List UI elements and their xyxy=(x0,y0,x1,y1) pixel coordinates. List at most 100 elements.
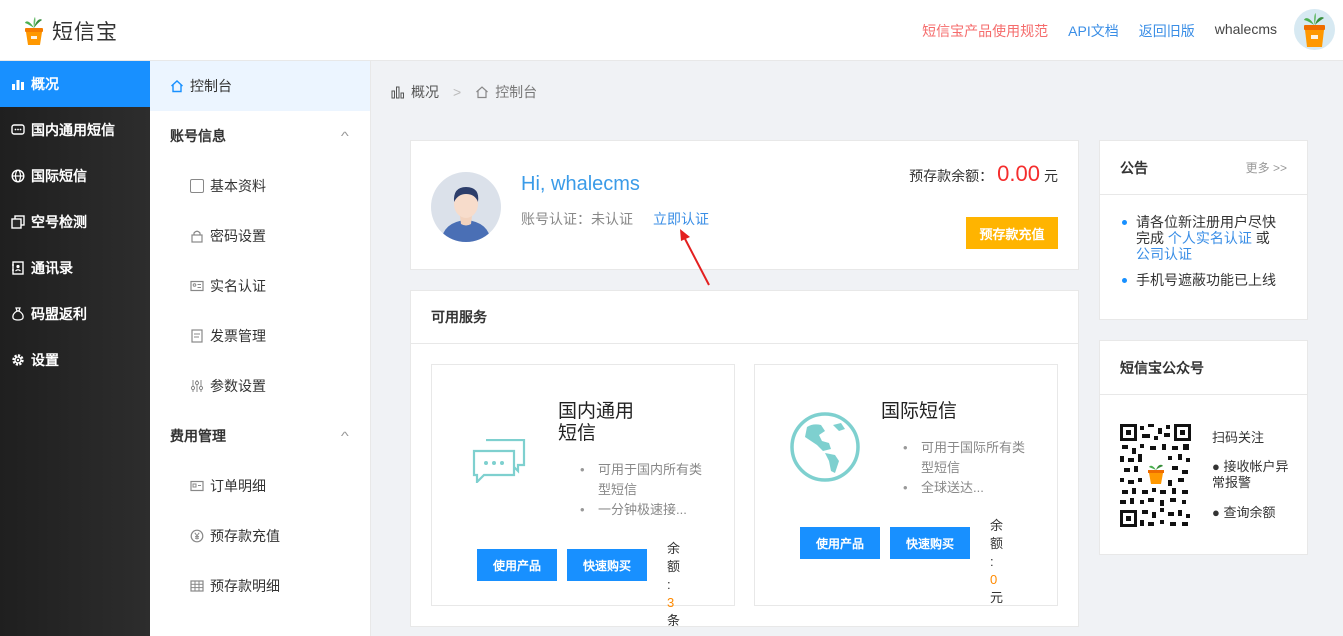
sub-sidebar: 控制台 账号信息 ^ 基本资料 密码设置 实名认证 发票管理 参数设置 费用管理… xyxy=(150,61,371,636)
feature-item: 可用于国内所有类型短信 xyxy=(580,460,710,500)
sidebar-item-domestic-sms[interactable]: 国内通用短信 xyxy=(0,107,150,153)
wechat-feature-alert: ● 接收帐户异常报警 xyxy=(1212,459,1289,490)
sidebar-item-label: 码盟返利 xyxy=(31,306,87,322)
subnav-item-deposit-detail[interactable]: 预存款明细 xyxy=(150,561,370,611)
profile-doc-icon xyxy=(190,179,204,193)
order-card-icon xyxy=(190,480,204,492)
subnav-group-billing[interactable]: 费用管理 ^ xyxy=(150,411,370,461)
notice-card: 公告 更多 >> 请各位新注册用户尽快完成 个人实名认证 或 公司认证 手机号遮… xyxy=(1099,140,1308,320)
wechat-feature-balance: ● 查询余额 xyxy=(1212,505,1276,520)
bar-chart-icon xyxy=(391,86,404,99)
user-silhouette-icon xyxy=(441,187,491,242)
subnav-item-password[interactable]: 密码设置 xyxy=(150,211,370,261)
feature-item: 一分钟极速接... xyxy=(580,500,710,520)
main-sidebar: 概况 国内通用短信 国际短信 空号检测 通讯录 码盟返利 设置 xyxy=(0,61,150,636)
bar-chart-icon xyxy=(12,80,24,90)
subnav-item-label: 预存款充值 xyxy=(210,528,280,544)
lock-icon xyxy=(191,230,203,243)
grid-table-icon xyxy=(190,580,204,592)
yen-coin-icon xyxy=(190,529,204,543)
money-bag-icon xyxy=(12,307,24,321)
quick-buy-button[interactable]: 快速购买 xyxy=(567,549,647,581)
username-link[interactable]: whalecms xyxy=(1215,21,1277,41)
subnav-item-topup[interactable]: 预存款充值 xyxy=(150,511,370,561)
quick-buy-button[interactable]: 快速购买 xyxy=(890,527,970,559)
chat-bubbles-icon xyxy=(472,439,526,483)
red-arrow-annotation xyxy=(680,229,710,286)
gear-icon xyxy=(12,354,24,366)
notice-title: 公告 xyxy=(1120,159,1148,176)
greeting: Hi, whalecms xyxy=(521,173,640,195)
domestic-remaining: 余额: 3 条 xyxy=(667,540,681,630)
notice-item[interactable]: 手机号遮蔽功能已上线 xyxy=(1120,272,1287,288)
subnav-dashboard-label: 控制台 xyxy=(190,78,232,94)
subnav-item-orders[interactable]: 订单明细 xyxy=(150,461,370,511)
services-card: 可用服务 国内通用 短信 可用于国内所有类型短信 一分钟极速接... 使用产品 … xyxy=(410,290,1079,628)
domestic-sms-card: 国内通用 短信 可用于国内所有类型短信 一分钟极速接... 使用产品 快速购买 … xyxy=(431,364,735,628)
breadcrumb-root[interactable]: 概况 xyxy=(411,82,439,102)
subnav-item-label: 密码设置 xyxy=(210,228,266,244)
message-icon xyxy=(11,124,25,135)
subnav-group-account[interactable]: 账号信息 ^ xyxy=(150,111,370,161)
logo-text: 短信宝 xyxy=(52,21,118,44)
use-product-button[interactable]: 使用产品 xyxy=(477,549,557,581)
wechat-title: 短信宝公众号 xyxy=(1100,341,1307,395)
sidebar-item-label: 国内通用短信 xyxy=(31,122,115,138)
balance: 预存款余额： 0.00 元 xyxy=(909,161,1058,187)
subnav-dashboard[interactable]: 控制台 xyxy=(150,61,370,111)
top-links: 短信宝产品使用规范 API文档 返回旧版 whalecms xyxy=(922,21,1277,41)
home-icon xyxy=(476,86,489,99)
domestic-title-line1: 国内通用 xyxy=(558,401,635,422)
sidebar-item-number-check[interactable]: 空号检测 xyxy=(0,199,150,245)
intl-remaining: 余额: 0 元 xyxy=(990,517,1004,607)
subnav-group-label: 账号信息 xyxy=(170,128,226,144)
api-docs-link[interactable]: API文档 xyxy=(1068,21,1119,41)
logo[interactable]: 短信宝 xyxy=(22,16,118,46)
subnav-item-realname[interactable]: 实名认证 xyxy=(150,261,370,311)
remain-unit: 元 xyxy=(990,590,1004,605)
notice-list: 请各位新注册用户尽快完成 个人实名认证 或 公司认证 手机号遮蔽功能已上线 xyxy=(1100,195,1307,288)
verify-now-link[interactable]: 立即认证 xyxy=(653,209,709,229)
balance-amount: 0.00 xyxy=(997,161,1040,186)
breadcrumb: 概况 > 控制台 xyxy=(391,82,537,102)
subnav-item-label: 基本资料 xyxy=(210,178,266,194)
breadcrumb-current: 控制台 xyxy=(495,84,538,100)
subnav-item-label: 参数设置 xyxy=(210,378,266,394)
domestic-feature-list: 可用于国内所有类型短信 一分钟极速接... xyxy=(580,460,710,520)
sidebar-item-contacts[interactable]: 通讯录 xyxy=(0,245,150,291)
sidebar-item-intl-sms[interactable]: 国际短信 xyxy=(0,153,150,199)
notice-item: 请各位新注册用户尽快完成 个人实名认证 或 公司认证 xyxy=(1120,214,1287,262)
more-link[interactable]: 更多 >> xyxy=(1246,159,1287,176)
domestic-title-line2: 短信 xyxy=(558,423,597,444)
remain-label: 余额: xyxy=(667,541,681,592)
avatar[interactable] xyxy=(1294,9,1335,50)
use-product-button[interactable]: 使用产品 xyxy=(800,527,880,559)
subnav-item-profile[interactable]: 基本资料 xyxy=(150,161,370,211)
scan-follow: 扫码关注 xyxy=(1212,430,1265,445)
old-version-link[interactable]: 返回旧版 xyxy=(1139,21,1195,41)
intl-feature-list: 可用于国际所有类型短信 全球送达... xyxy=(903,438,1033,498)
carrot-pot-avatar-icon xyxy=(1304,13,1325,47)
copy-check-icon xyxy=(11,215,25,229)
remain-unit: 条 xyxy=(667,613,681,628)
sliders-icon xyxy=(190,380,204,392)
sidebar-item-label: 设置 xyxy=(31,352,59,368)
subnav-item-label: 预存款明细 xyxy=(210,578,280,594)
personal-verify-link[interactable]: 个人实名认证 xyxy=(1168,230,1252,246)
notice-header: 公告 更多 >> xyxy=(1100,141,1307,195)
feature-item: 全球送达... xyxy=(903,478,1033,498)
sidebar-item-rebate[interactable]: 码盟返利 xyxy=(0,291,150,337)
subnav-item-params[interactable]: 参数设置 xyxy=(150,361,370,411)
notice-text: 或 xyxy=(1255,230,1270,246)
domestic-title: 国内通用 短信 xyxy=(558,401,634,445)
subnav-item-invoice[interactable]: 发票管理 xyxy=(150,311,370,361)
sidebar-item-overview[interactable]: 概况 xyxy=(0,61,150,107)
id-card-icon xyxy=(190,280,204,292)
company-verify-link[interactable]: 公司认证 xyxy=(1136,246,1192,262)
recharge-button[interactable]: 预存款充值 xyxy=(966,217,1058,249)
rules-link[interactable]: 短信宝产品使用规范 xyxy=(922,21,1048,41)
carrot-pot-logo-icon xyxy=(25,17,43,45)
intl-title: 国际短信 xyxy=(881,401,958,422)
invoice-icon xyxy=(191,329,203,343)
sidebar-item-settings[interactable]: 设置 xyxy=(0,337,150,383)
